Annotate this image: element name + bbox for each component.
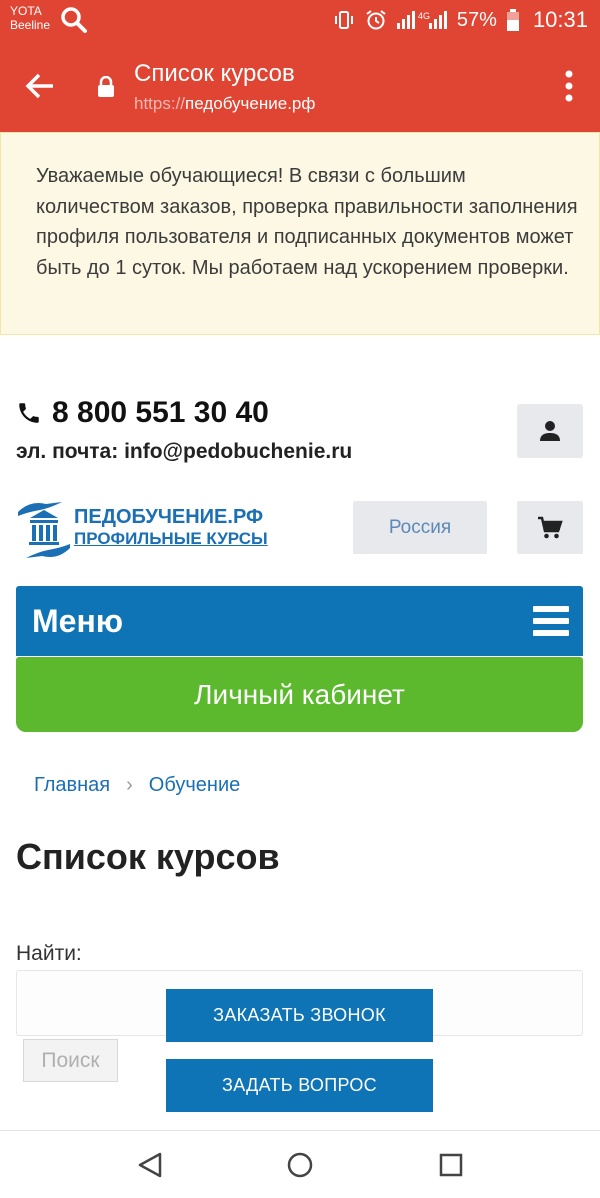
address-bar[interactable]: https://педобучение.рф xyxy=(134,94,315,114)
notice-banner: Уважаемые обучающиеся! В связи с большим… xyxy=(0,132,600,335)
signal-icon: 4G xyxy=(396,11,447,29)
url-host: педобучение.рф xyxy=(185,94,316,113)
carrier-secondary: Beeline xyxy=(10,18,51,32)
status-bar: YOTA Beeline 4G 57% 10:31 xyxy=(0,0,600,40)
email-contact: эл. почта: info@pedobuchenie.ru xyxy=(16,440,352,464)
breadcrumb-separator: › xyxy=(126,774,133,796)
hamburger-icon xyxy=(533,606,569,636)
phone-number: 8 800 551 30 40 xyxy=(52,396,269,429)
tab-title: Список курсов xyxy=(134,60,295,87)
breadcrumb: Главная › Обучение xyxy=(34,774,240,797)
nav-recents-icon[interactable] xyxy=(437,1151,465,1179)
nav-home-icon[interactable] xyxy=(286,1151,314,1179)
vibrate-icon xyxy=(334,11,353,29)
personal-account-button[interactable]: Личный кабинет xyxy=(16,657,583,732)
cart-button[interactable] xyxy=(517,501,583,554)
email-link[interactable]: info@pedobuchenie.ru xyxy=(124,440,352,463)
back-arrow-icon xyxy=(25,73,53,99)
phone-icon xyxy=(19,403,39,423)
main-menu-toggle[interactable]: Меню xyxy=(16,586,583,656)
search-label: Найти: xyxy=(16,942,82,965)
page-title: Список курсов xyxy=(16,836,280,877)
battery-icon xyxy=(506,9,519,31)
clock: 10:31 xyxy=(532,7,588,32)
logo-tagline: ПРОФИЛЬНЫЕ КУРСЫ xyxy=(74,529,268,548)
search-button[interactable]: Поиск xyxy=(23,1039,118,1082)
alarm-icon xyxy=(366,10,386,30)
network-type: 4G xyxy=(418,11,430,21)
lock-icon xyxy=(98,76,114,97)
breadcrumb-education[interactable]: Обучение xyxy=(149,774,240,797)
menu-label: Меню xyxy=(32,603,124,639)
email-label: эл. почта: xyxy=(16,440,119,463)
cart-icon xyxy=(538,516,563,538)
search-icon xyxy=(61,7,87,33)
nav-back-icon[interactable] xyxy=(136,1151,164,1179)
back-button[interactable] xyxy=(18,64,62,108)
carrier-info: YOTA Beeline xyxy=(10,4,50,32)
system-nav-bar xyxy=(0,1130,600,1198)
browser-toolbar: Список курсов https://педобучение.рф xyxy=(0,40,600,132)
phone-contact[interactable]: 8 800 551 30 40 xyxy=(16,396,269,430)
battery-percent: 57% xyxy=(456,8,497,31)
breadcrumb-home[interactable]: Главная xyxy=(34,774,110,797)
status-icons: 4G 57% 10:31 xyxy=(333,0,588,40)
request-call-button[interactable]: ЗАКАЗАТЬ ЗВОНОК xyxy=(166,989,433,1042)
logo-name: ПЕДОБУЧЕНИЕ.РФ xyxy=(74,506,264,528)
logo-emblem-icon xyxy=(18,502,70,558)
carrier-primary: YOTA xyxy=(10,4,42,18)
notice-text: Уважаемые обучающиеся! В связи с большим… xyxy=(36,165,578,279)
ask-question-button[interactable]: ЗАДАТЬ ВОПРОС xyxy=(166,1059,433,1112)
more-vert-icon[interactable] xyxy=(556,68,582,104)
user-icon xyxy=(540,421,560,441)
site-logo[interactable]: ПЕДОБУЧЕНИЕ.РФ ПРОФИЛЬНЫЕ КУРСЫ xyxy=(16,498,296,562)
account-button[interactable] xyxy=(517,404,583,458)
region-selector[interactable]: Россия xyxy=(353,501,487,554)
url-scheme: https:// xyxy=(134,94,186,113)
